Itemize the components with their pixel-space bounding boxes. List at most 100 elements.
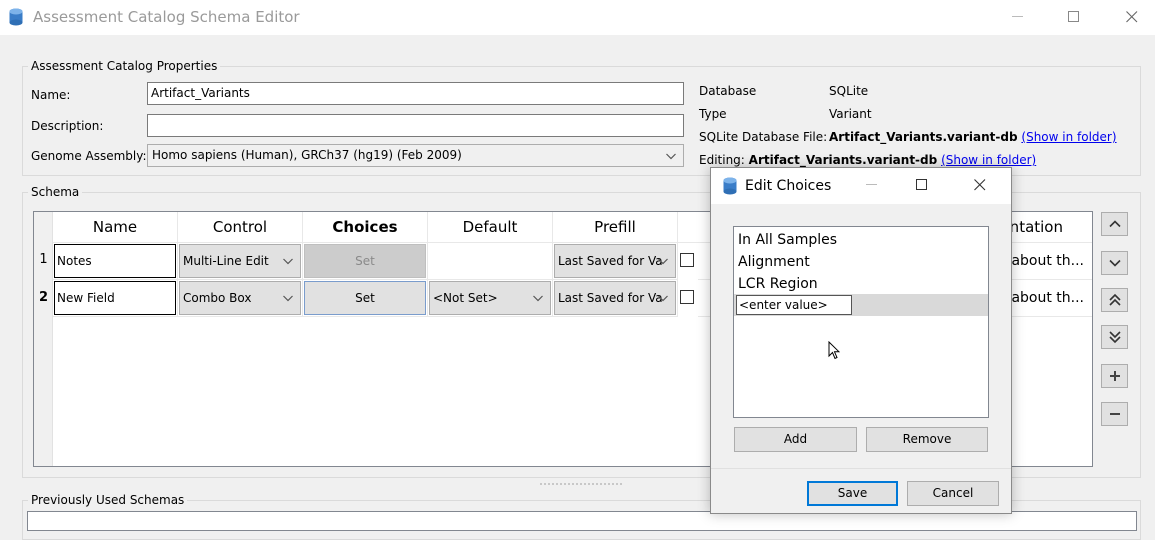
- move-down-button[interactable]: [1101, 251, 1128, 275]
- row-number: 1: [39, 252, 48, 267]
- row-2-documentation-text: about th...: [1011, 290, 1084, 306]
- sqlite-file-row: Artifact_Variants.variant-db (Show in fo…: [829, 130, 1117, 144]
- sqlite-file-value: Artifact_Variants.variant-db: [829, 130, 1018, 144]
- genome-assembly-label: Genome Assembly:: [31, 149, 147, 163]
- row-2-default-cell[interactable]: <Not Set>: [428, 280, 553, 317]
- row-1-control-cell[interactable]: Multi-Line Edit: [178, 243, 303, 280]
- previous-schemas-list[interactable]: [27, 511, 1137, 531]
- genome-assembly-value: Homo sapiens (Human), GRCh37 (hg19) (Feb…: [152, 148, 462, 162]
- title-bar: Assessment Catalog Schema Editor: [0, 0, 1155, 35]
- row-2-control-select[interactable]: Combo Box: [179, 281, 301, 315]
- description-input[interactable]: [147, 114, 684, 137]
- dialog-title: Edit Choices: [745, 178, 832, 194]
- sqlite-file-label: SQLite Database File:: [699, 130, 828, 144]
- description-label: Description:: [31, 119, 104, 133]
- row-2-prefill-value: Last Saved for Va: [558, 291, 663, 305]
- name-input[interactable]: Artifact_Variants: [147, 82, 684, 105]
- close-icon: [974, 179, 986, 191]
- row-2-name-input[interactable]: New Field: [54, 281, 176, 315]
- editing-show-in-folder-link[interactable]: (Show in folder): [941, 153, 1036, 167]
- column-header-name[interactable]: Name: [53, 212, 178, 243]
- editing-row: Editing: Artifact_Variants.variant-db (S…: [699, 153, 1036, 167]
- properties-group-title: Assessment Catalog Properties: [28, 59, 221, 73]
- choice-item[interactable]: In All Samples: [738, 231, 837, 249]
- dialog-minimize-button[interactable]: [849, 168, 895, 202]
- mouse-cursor-icon: [828, 341, 840, 360]
- row-1-prefill-cell[interactable]: Last Saved for Va: [553, 243, 678, 280]
- add-field-button[interactable]: [1101, 364, 1128, 388]
- plus-icon: [1109, 371, 1120, 381]
- type-value: Variant: [829, 107, 872, 121]
- database-icon: [723, 177, 737, 195]
- move-up-button[interactable]: [1101, 212, 1128, 236]
- chevron-down-icon: [666, 153, 676, 159]
- new-choice-row[interactable]: [734, 294, 988, 316]
- minimize-button[interactable]: [995, 0, 1041, 33]
- row-1-prefill-select[interactable]: Last Saved for Va: [554, 244, 676, 278]
- type-label: Type: [699, 107, 727, 121]
- maximize-button[interactable]: [1051, 0, 1097, 33]
- row-2-control-value: Combo Box: [183, 291, 252, 305]
- chevron-down-icon: [658, 295, 668, 302]
- choice-item[interactable]: Alignment: [738, 253, 810, 271]
- maximize-icon: [1068, 10, 1079, 22]
- save-button[interactable]: Save: [807, 481, 898, 506]
- show-in-folder-link[interactable]: (Show in folder): [1021, 130, 1116, 144]
- row-2-default-select[interactable]: <Not Set>: [429, 281, 551, 315]
- row-1-name-cell[interactable]: Notes: [53, 243, 178, 280]
- column-header-default[interactable]: Default: [428, 212, 553, 243]
- dialog-maximize-button[interactable]: [899, 168, 945, 202]
- minus-icon: [1109, 413, 1120, 415]
- splitter-grip[interactable]: [540, 483, 622, 486]
- genome-assembly-select[interactable]: Homo sapiens (Human), GRCh37 (hg19) (Feb…: [147, 144, 684, 167]
- column-header-choices[interactable]: Choices: [303, 212, 428, 243]
- column-header-control[interactable]: Control: [178, 212, 303, 243]
- row-1-choices-set-button: Set: [304, 244, 426, 278]
- close-icon: [1126, 10, 1138, 22]
- row-2-name-cell[interactable]: New Field: [53, 280, 178, 317]
- row-1-choices-cell: Set: [303, 243, 428, 280]
- move-to-top-button[interactable]: [1101, 288, 1128, 312]
- dialog-close-button[interactable]: [957, 168, 1003, 202]
- row-1-default-cell[interactable]: [428, 243, 553, 280]
- row-2-checkbox[interactable]: [680, 290, 694, 304]
- new-choice-input[interactable]: [736, 295, 852, 315]
- column-header-prefill[interactable]: Prefill: [553, 212, 678, 243]
- row-2-control-cell[interactable]: Combo Box: [178, 280, 303, 317]
- editing-label: Editing:: [699, 153, 745, 167]
- previous-schemas-title: Previously Used Schemas: [28, 493, 188, 507]
- row-header-column: [34, 212, 53, 466]
- cancel-button[interactable]: Cancel: [907, 481, 999, 506]
- chevron-down-icon: [283, 258, 293, 265]
- schema-group-title: Schema: [28, 185, 83, 199]
- row-1-checkbox[interactable]: [680, 253, 694, 267]
- move-to-bottom-button[interactable]: [1101, 325, 1128, 349]
- row-1-control-value: Multi-Line Edit: [183, 254, 269, 268]
- add-choice-button[interactable]: Add: [734, 427, 857, 452]
- row-1-documentation-text: about th...: [1011, 253, 1084, 269]
- editing-value: Artifact_Variants.variant-db: [748, 153, 938, 167]
- name-label: Name:: [31, 88, 71, 102]
- row-number: 2: [38, 290, 49, 305]
- row-2-prefill-select[interactable]: Last Saved for Va: [554, 281, 676, 315]
- choices-list[interactable]: In All Samples Alignment LCR Region: [733, 226, 989, 418]
- close-button[interactable]: [1109, 0, 1155, 33]
- remove-field-button[interactable]: [1101, 402, 1128, 426]
- minimize-icon: [1012, 15, 1023, 17]
- database-value: SQLite: [829, 84, 869, 98]
- row-2-default-value: <Not Set>: [433, 291, 498, 305]
- row-2-prefill-cell[interactable]: Last Saved for Va: [553, 280, 678, 317]
- database-icon: [9, 8, 23, 26]
- row-2-choices-set-button[interactable]: Set: [304, 281, 426, 315]
- choice-item[interactable]: LCR Region: [738, 275, 818, 293]
- remove-choice-button[interactable]: Remove: [866, 427, 988, 452]
- double-chevron-up-icon: [1108, 293, 1121, 306]
- row-1-name-input[interactable]: Notes: [54, 244, 176, 278]
- row-2-choices-cell[interactable]: Set: [303, 280, 428, 317]
- maximize-icon: [916, 179, 927, 190]
- chevron-down-icon: [533, 295, 543, 302]
- chevron-up-icon: [1108, 220, 1121, 228]
- row-1-control-select[interactable]: Multi-Line Edit: [179, 244, 301, 278]
- chevron-down-icon: [1108, 259, 1121, 267]
- chevron-down-icon: [283, 295, 293, 302]
